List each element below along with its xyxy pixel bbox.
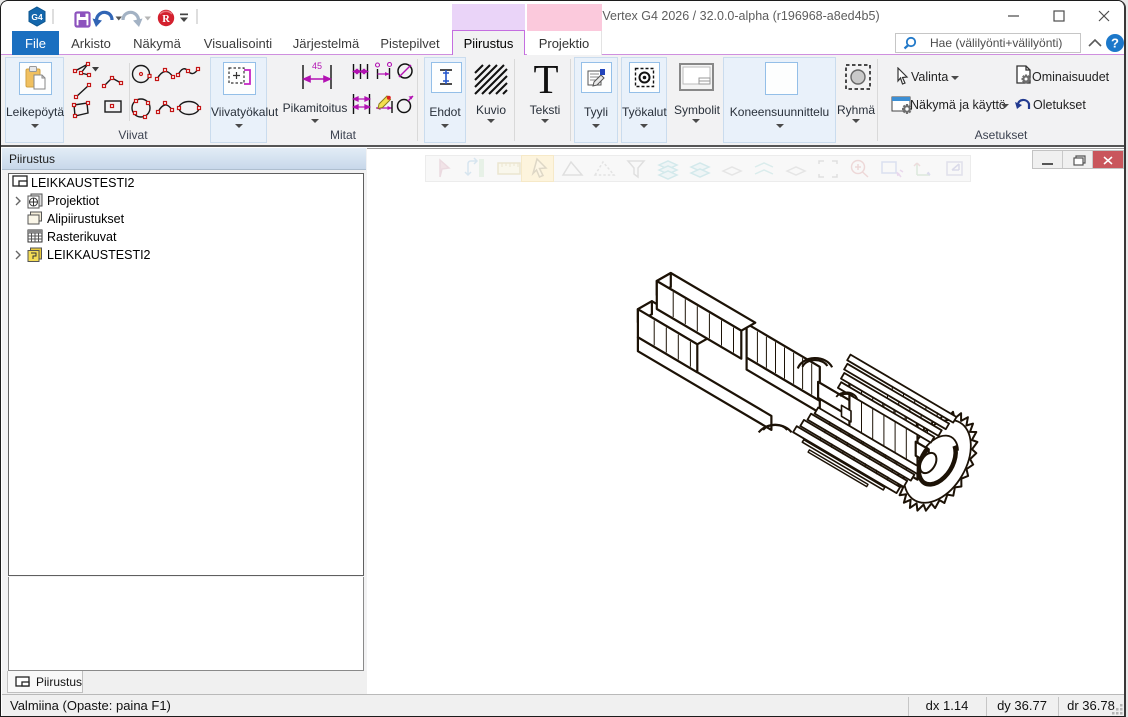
svg-text:Alipiirustukset: Alipiirustukset (47, 212, 125, 226)
svg-text:G4: G4 (31, 12, 43, 22)
svg-text:?: ? (1111, 36, 1119, 51)
svg-text:LEIKKAUSTESTI2: LEIKKAUSTESTI2 (31, 176, 135, 190)
svg-text:45: 45 (312, 61, 322, 71)
svg-text:Rasterikuvat: Rasterikuvat (47, 230, 117, 244)
svg-text:Projektiot: Projektiot (47, 194, 100, 208)
svg-text:R: R (162, 14, 170, 25)
svg-text:LEIKKAUSTESTI2: LEIKKAUSTESTI2 (47, 248, 151, 262)
